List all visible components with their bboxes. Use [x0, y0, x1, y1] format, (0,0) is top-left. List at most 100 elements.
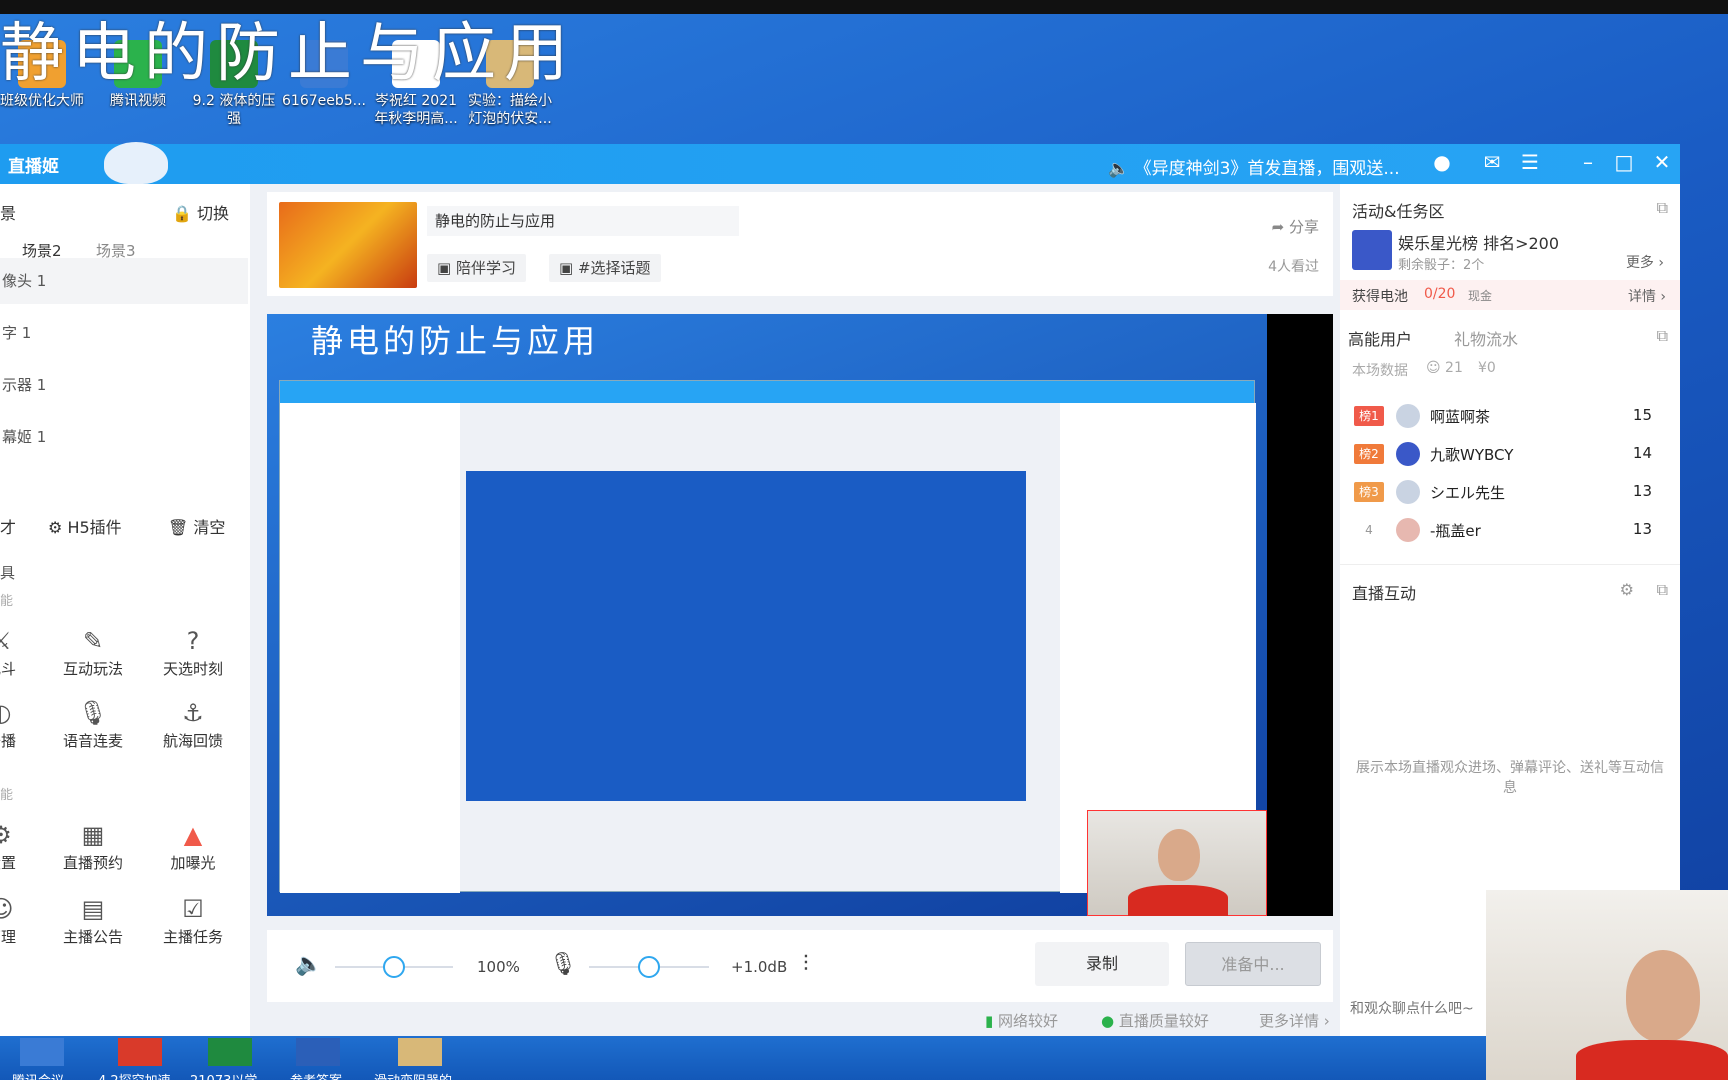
- minimize-icon[interactable]: –: [1574, 150, 1602, 174]
- source-item[interactable]: 幕姬 1: [0, 414, 248, 460]
- popout-icon-2[interactable]: ⧉: [1657, 326, 1668, 346]
- mic-knob[interactable]: [638, 956, 660, 978]
- h5-plugin-button[interactable]: ⚙ H5插件: [48, 514, 122, 538]
- overlay-title: 静电的防止与应用: [0, 17, 576, 91]
- taskbar-label: 21073以学...: [190, 1070, 270, 1080]
- speaker-icon[interactable]: 🔈: [295, 952, 322, 977]
- taskbar-icon[interactable]: [20, 1038, 64, 1066]
- rank-badge: 4: [1365, 523, 1373, 537]
- start-live-button[interactable]: 准备中...: [1185, 942, 1321, 986]
- cash-label: 现金: [1468, 289, 1493, 303]
- tool-settings[interactable]: ⚙设置: [0, 818, 46, 873]
- mail-icon[interactable]: ✉: [1478, 150, 1506, 174]
- tool-anchor[interactable]: ⚓ 航海回馈: [148, 696, 238, 751]
- face: [1626, 950, 1700, 1042]
- face: [1158, 829, 1200, 881]
- rank-badge-icon: [1352, 230, 1392, 270]
- popout-icon[interactable]: ⧉: [1657, 198, 1668, 218]
- settings-icon: ⚙: [0, 821, 12, 849]
- taskbar-label: 滑动变阻器的...: [374, 1070, 464, 1080]
- notice-text[interactable]: 🔈 《异度神剑3》首发直播，围观送...: [1108, 154, 1400, 179]
- ranking-name: 九歌WYBCY: [1430, 446, 1514, 464]
- tool-task[interactable]: ☑ 主播任务: [148, 892, 238, 947]
- tool-broadcast[interactable]: ◐开播: [0, 696, 46, 751]
- menu-icon[interactable]: ☰: [1516, 150, 1544, 174]
- chat-input[interactable]: [1350, 994, 1490, 1024]
- interact-title: 直播互动: [1352, 584, 1417, 603]
- ranking-name: シエル先生: [1430, 484, 1506, 502]
- mixer-icon[interactable]: ⫶: [803, 952, 809, 977]
- record-button[interactable]: 录制: [1035, 942, 1169, 986]
- clear-button[interactable]: 🗑 清空: [168, 514, 225, 538]
- quality-status: ● 直播质量较好: [1101, 1012, 1209, 1030]
- avatar: [1396, 518, 1420, 542]
- maximize-icon[interactable]: □: [1610, 150, 1638, 174]
- more-link[interactable]: 更多 ›: [1626, 252, 1664, 272]
- tab-high-users[interactable]: 高能用户: [1348, 326, 1412, 350]
- ranking-row[interactable]: 榜2 九歌WYBCY 14: [1340, 442, 1680, 478]
- tag-category[interactable]: ▣ 陪伴学习: [427, 254, 526, 282]
- ranking-score: 14: [1632, 444, 1652, 462]
- taskbar-label: 腾讯会议: [12, 1070, 64, 1080]
- avatar-icon[interactable]: ●: [1428, 150, 1456, 174]
- detail-link[interactable]: 详情 ›: [1628, 286, 1666, 306]
- cover-thumbnail[interactable]: [279, 202, 417, 288]
- mascot-icon: [104, 142, 168, 184]
- section-a: 能: [0, 594, 14, 609]
- mic-icon[interactable]: 🎙: [549, 952, 577, 977]
- room-title-input[interactable]: 静电的防止与应用: [427, 206, 739, 236]
- source-item[interactable]: 示器 1: [0, 362, 248, 408]
- rank-text[interactable]: 娱乐星光榜 排名>200: [1398, 230, 1559, 254]
- tool-pk[interactable]: ⚔乱斗: [0, 624, 46, 679]
- calendar-icon: ▦: [81, 821, 105, 849]
- room-info: 静电的防止与应用 ▣ 陪伴学习 ▣ #选择话题 ➦ 分享 4人看过: [267, 192, 1333, 296]
- tool-manage[interactable]: ☺管理: [0, 892, 46, 947]
- network-status: ▮ 网络较好: [985, 1012, 1059, 1030]
- signal-icon: ▮: [985, 1012, 994, 1030]
- taskbar-label: 4.2探究加速...: [98, 1070, 183, 1080]
- ranking-row[interactable]: 4 -瓶盖er 13: [1340, 518, 1680, 554]
- rank-badge: 榜3: [1354, 482, 1384, 502]
- close-icon[interactable]: ✕: [1648, 150, 1676, 174]
- source-item[interactable]: 字 1: [0, 310, 248, 356]
- mic-link-icon: 🎙: [77, 699, 109, 727]
- app-brand: 直播姬: [8, 157, 59, 177]
- taskbar-icon[interactable]: [118, 1038, 162, 1066]
- tool-exposure[interactable]: ▲ 加曝光: [148, 818, 238, 873]
- gear-icon[interactable]: ⚙: [1620, 580, 1634, 599]
- user-manage-icon: ☺: [0, 895, 14, 923]
- tag-topic[interactable]: ▣ #选择话题: [549, 254, 661, 282]
- tool-interactive[interactable]: ✎ 互动玩法: [48, 624, 138, 679]
- ranking-row[interactable]: 榜3 シエル先生 13: [1340, 480, 1680, 516]
- webcam-overlay[interactable]: [1087, 810, 1267, 916]
- volume-value: 100%: [477, 958, 520, 976]
- switch-button[interactable]: 🔒 切换: [172, 200, 229, 224]
- tab-gift-flow[interactable]: 礼物流水: [1454, 326, 1518, 350]
- source-item[interactable]: 像头 1: [0, 258, 248, 304]
- status-bar: ▮ 网络较好 ● 直播质量较好 更多详情 ›: [267, 1002, 1333, 1036]
- lottery-icon: ?: [186, 627, 200, 655]
- ranking-row[interactable]: 榜1 啊蓝啊茶 15: [1340, 404, 1680, 440]
- popout-icon-3[interactable]: ⧉: [1657, 580, 1668, 600]
- section-b: 能: [0, 788, 14, 803]
- tool-calendar[interactable]: ▦ 直播预约: [48, 818, 138, 873]
- interact-hint: 展示本场直播观众进场、弹幕评论、送礼等互动信息: [1356, 760, 1664, 796]
- tool-lottery[interactable]: ? 天选时刻: [148, 624, 238, 679]
- nested-titlebar: [280, 381, 1254, 403]
- mic-gain-value: +1.0dB: [731, 958, 788, 976]
- announce-icon: ▤: [81, 895, 105, 923]
- avatar: [1396, 442, 1420, 466]
- share-button[interactable]: ➦ 分享: [1272, 216, 1319, 237]
- chart-up-icon: ▲: [183, 821, 203, 849]
- tool-announce[interactable]: ▤ 主播公告: [48, 892, 138, 947]
- more-details-link[interactable]: 更多详情 ›: [1259, 1010, 1330, 1031]
- tool-mic-link[interactable]: 🎙 语音连麦: [48, 696, 138, 751]
- app-titlebar: 直播姬 🔈 《异度神剑3》首发直播，围观送... ● ✉ ☰ – □ ✕: [0, 142, 1680, 184]
- volume-knob[interactable]: [383, 956, 405, 978]
- stream-preview[interactable]: 静电的防止与应用: [267, 314, 1333, 916]
- taskbar-icon[interactable]: [208, 1038, 252, 1066]
- taskbar-icon[interactable]: [296, 1038, 340, 1066]
- broadcast-icon: ◐: [0, 699, 12, 727]
- taskbar-icon[interactable]: [398, 1038, 442, 1066]
- material-button[interactable]: 才: [0, 514, 16, 538]
